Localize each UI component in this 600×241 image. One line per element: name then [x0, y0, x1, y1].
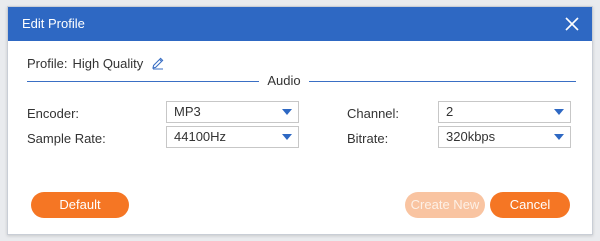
dropdown-arrow-icon: [282, 109, 292, 115]
dropdown-arrow-icon: [554, 109, 564, 115]
profile-label: Profile:: [27, 55, 68, 71]
encoder-value: MP3: [174, 104, 201, 119]
title-bar: Edit Profile: [8, 7, 592, 41]
profile-name: High Quality: [72, 55, 144, 71]
dropdown-arrow-icon: [282, 134, 292, 140]
profile-row: Profile: High Quality: [27, 54, 165, 72]
dropdown-arrow-icon: [554, 134, 564, 140]
close-icon[interactable]: [564, 16, 580, 32]
cancel-button[interactable]: Cancel: [490, 192, 570, 218]
audio-section-title: Audio: [267, 73, 301, 88]
bitrate-label: Bitrate:: [347, 131, 389, 146]
edit-profile-dialog: Edit Profile Profile: High Quality Audio…: [7, 6, 593, 235]
pencil-edit-icon[interactable]: [151, 56, 165, 70]
encoder-select[interactable]: MP3: [166, 101, 299, 123]
channel-label: Channel:: [347, 106, 400, 121]
default-button[interactable]: Default: [31, 192, 129, 218]
sample-rate-label: Sample Rate:: [27, 131, 106, 146]
section-divider-right: [309, 81, 576, 82]
bitrate-value: 320kbps: [446, 129, 496, 144]
channel-select[interactable]: 2: [438, 101, 571, 123]
sample-rate-select[interactable]: 44100Hz: [166, 126, 299, 148]
bitrate-select[interactable]: 320kbps: [438, 126, 571, 148]
dialog-title: Edit Profile: [22, 16, 85, 31]
encoder-label: Encoder:: [27, 106, 80, 121]
channel-value: 2: [446, 104, 454, 119]
create-new-button[interactable]: Create New: [405, 192, 485, 218]
section-divider-left: [27, 81, 259, 82]
sample-rate-value: 44100Hz: [174, 129, 227, 144]
